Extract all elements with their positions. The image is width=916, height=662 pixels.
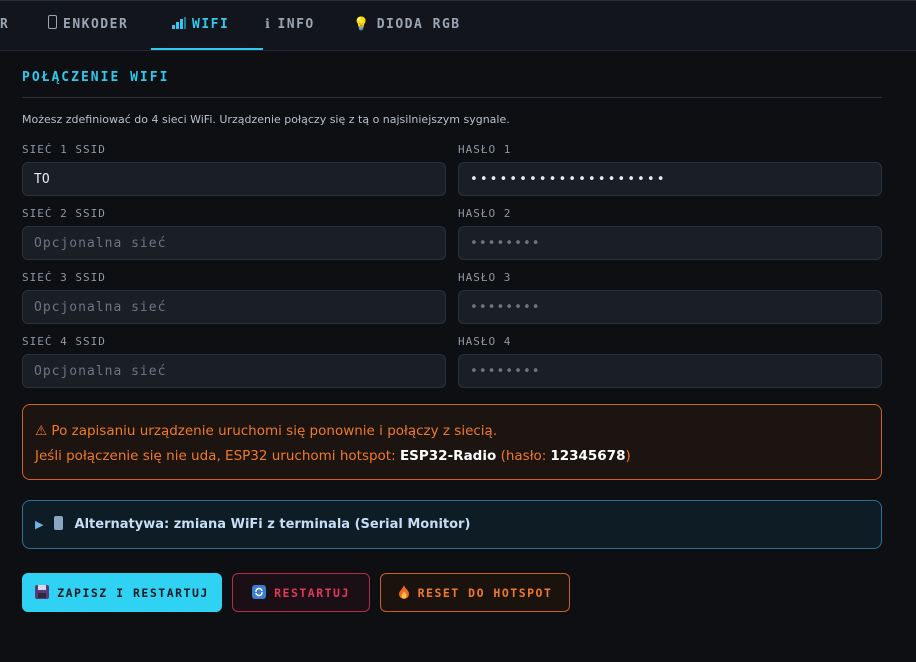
fire-icon [398,584,410,601]
tab-bar: R ENKODER WIFI ℹ INFO 💡 DIODA RGB [0,0,916,51]
floppy-disk-icon [35,584,50,601]
tab-wifi[interactable]: WIFI [150,1,264,50]
signal-bars-icon [172,1,186,49]
alternative-serial-details[interactable]: ▶ Alternatywa: zmiana WiFi z terminala (… [22,500,882,549]
tab-partial[interactable]: R [0,1,9,49]
restart-warning: ⚠ Po zapisaniu urządzenie uruchomi się p… [22,404,882,480]
ssid-1-label: SIEĆ 1 SSID [22,143,106,156]
tab-enkoder[interactable]: ENKODER [48,1,128,49]
ssid-1-input[interactable] [22,162,446,196]
password-3-input[interactable] [458,290,882,324]
password-2-label: HASŁO 2 [458,207,512,220]
section-description: Możesz zdefiniować do 4 sieci WiFi. Urzą… [22,113,510,126]
hotspot-password: 12345678 [550,448,626,464]
info-icon: ℹ [265,17,272,32]
password-1-label: HASŁO 1 [458,143,512,156]
tab-dioda-rgb[interactable]: 💡 DIODA RGB [353,1,461,49]
tab-info[interactable]: ℹ INFO [265,1,315,49]
mobile-phone-icon [54,516,63,530]
alternative-label: Alternatywa: zmiana WiFi z terminala (Se… [74,517,471,532]
lightbulb-icon: 💡 [353,17,371,32]
ssid-3-label: SIEĆ 3 SSID [22,271,106,284]
section-title: POŁĄCZENIE WIFI [22,70,170,85]
password-1-input[interactable] [458,162,882,196]
refresh-icon [252,584,267,601]
hotspot-name: ESP32-Radio [399,448,497,464]
password-4-label: HASŁO 4 [458,335,512,348]
section-divider [22,97,882,98]
ssid-2-input[interactable] [22,226,446,260]
password-2-input[interactable] [458,226,882,260]
ssid-3-input[interactable] [22,290,446,324]
restart-button[interactable]: RESTARTUJ [232,573,370,612]
phone-icon [48,15,57,29]
warning-icon: ⚠ [35,423,48,439]
save-restart-button[interactable]: ZAPISZ I RESTARTUJ [22,573,222,612]
ssid-4-input[interactable] [22,354,446,388]
disclosure-triangle-icon: ▶ [35,518,44,531]
reset-hotspot-button[interactable]: RESET DO HOTSPOT [380,573,570,612]
ssid-2-label: SIEĆ 2 SSID [22,207,106,220]
password-4-input[interactable] [458,354,882,388]
warning-line-2: Jeśli połączenie się nie uda, ESP32 uruc… [35,448,631,464]
password-3-label: HASŁO 3 [458,271,512,284]
warning-line-1: ⚠ Po zapisaniu urządzenie uruchomi się p… [35,423,498,439]
ssid-4-label: SIEĆ 4 SSID [22,335,106,348]
